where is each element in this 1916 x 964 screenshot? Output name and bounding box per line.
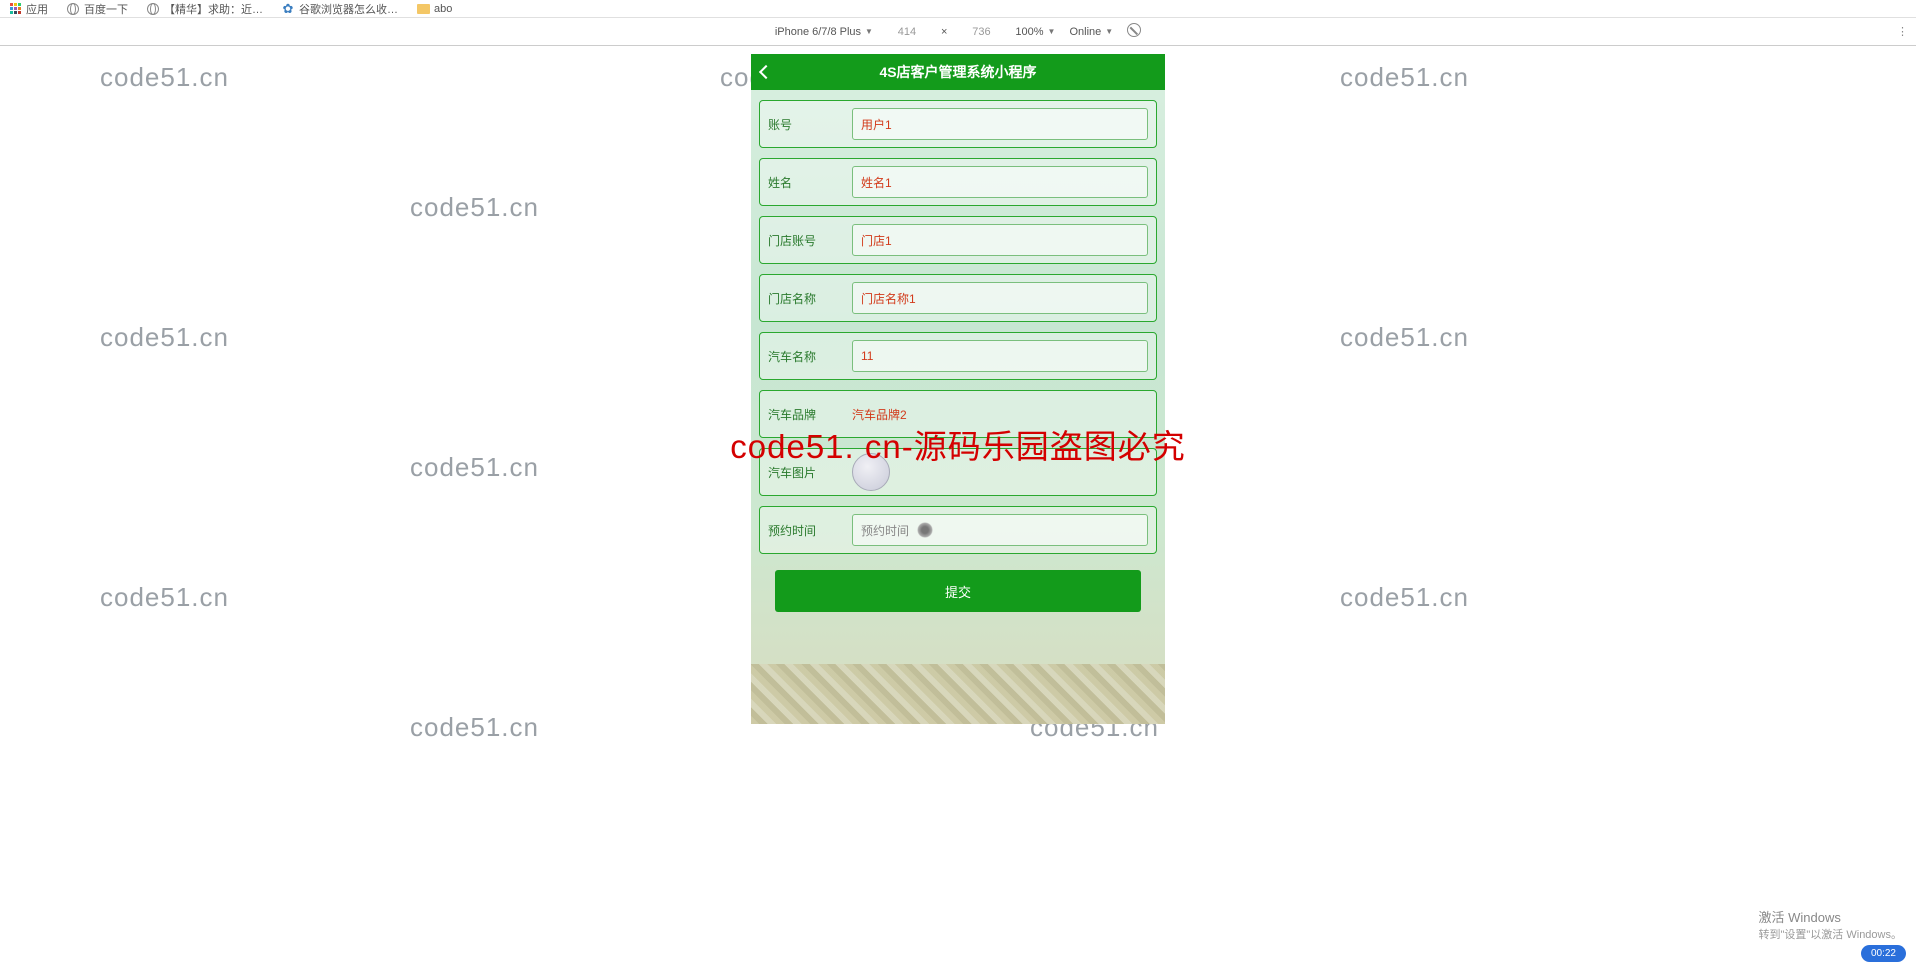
- field-label: 汽车名称: [768, 348, 852, 365]
- dropdown-icon: ▼: [1105, 27, 1113, 36]
- submit-label: 提交: [945, 582, 971, 601]
- placeholder: 预约时间: [861, 522, 909, 539]
- taskbar-clock: 00:22: [1861, 945, 1906, 962]
- viewport-area: code51.cn code51.cn code51.cn code51.cn …: [0, 46, 1916, 964]
- store-name-input[interactable]: 门店名称1: [852, 282, 1148, 314]
- appoint-time-picker[interactable]: 预约时间: [852, 514, 1148, 546]
- dropdown-icon: ▼: [865, 27, 873, 36]
- bookmarks-bar: 应用 百度一下 【精华】求助：近… ✿ 谷歌浏览器怎么收… abo: [0, 0, 1916, 18]
- loading-spinner-icon: [917, 522, 933, 538]
- watermark-text: code51.cn: [1340, 582, 1469, 613]
- bookmark-label: abo: [434, 3, 452, 15]
- field-label: 门店名称: [768, 290, 852, 307]
- field-label: 预约时间: [768, 522, 852, 539]
- devtools-menu-icon[interactable]: ⋮: [1897, 25, 1908, 38]
- car-name-input[interactable]: 11: [852, 340, 1148, 372]
- back-icon[interactable]: [759, 65, 773, 79]
- field-appoint-time: 预约时间 预约时间: [759, 506, 1157, 554]
- field-label: 汽车图片: [768, 464, 852, 481]
- bookmark-label: 【精华】求助：近…: [164, 1, 263, 17]
- throttling-value: Online: [1069, 26, 1101, 38]
- bookmark-jinghua[interactable]: 【精华】求助：近…: [146, 1, 263, 17]
- bookmark-label: 谷歌浏览器怎么收…: [299, 1, 398, 17]
- apps-grid-icon: [8, 2, 22, 16]
- field-label: 汽车品牌: [768, 406, 852, 423]
- field-label: 姓名: [768, 174, 852, 191]
- watermark-text: code51.cn: [410, 452, 539, 483]
- dropdown-icon: ▼: [1048, 27, 1056, 36]
- zoom-value: 100%: [1015, 26, 1043, 38]
- devtools-device-toolbar: iPhone 6/7/8 Plus ▼ 414 × 736 100% ▼ Onl…: [0, 18, 1916, 46]
- field-store-name: 门店名称 门店名称1: [759, 274, 1157, 322]
- field-store-account: 门店账号 门店1: [759, 216, 1157, 264]
- field-account: 账号 用户1: [759, 100, 1157, 148]
- watermark-text: code51.cn: [1340, 322, 1469, 353]
- watermark-text: code51.cn: [100, 582, 229, 613]
- submit-button[interactable]: 提交: [775, 570, 1141, 612]
- field-label: 账号: [768, 116, 852, 133]
- app-header: 4S店客户管理系统小程序: [751, 54, 1165, 90]
- watermark-text: code51.cn: [1340, 62, 1469, 93]
- store-account-input[interactable]: 门店1: [852, 224, 1148, 256]
- watermark-text: code51.cn: [100, 62, 229, 93]
- paw-icon: ✿: [281, 2, 295, 16]
- field-name: 姓名 姓名1: [759, 158, 1157, 206]
- folder-icon: [416, 2, 430, 16]
- device-name: iPhone 6/7/8 Plus: [775, 26, 861, 38]
- name-input[interactable]: 姓名1: [852, 166, 1148, 198]
- app-title: 4S店客户管理系统小程序: [879, 62, 1036, 82]
- bookmark-label: 应用: [26, 1, 48, 17]
- mobile-device-frame: 4S店客户管理系统小程序 账号 用户1 姓名 姓名1 门店账号 门店1 门店名称…: [751, 54, 1165, 724]
- field-car-brand: 汽车品牌 汽车品牌2: [759, 390, 1157, 438]
- account-input[interactable]: 用户1: [852, 108, 1148, 140]
- globe-icon: [146, 2, 160, 16]
- device-width[interactable]: 414: [887, 26, 927, 38]
- background-texture: [751, 664, 1165, 724]
- avatar-thumbnail: [852, 453, 890, 491]
- bookmark-abo[interactable]: abo: [416, 2, 452, 16]
- bookmark-apps[interactable]: 应用: [8, 1, 48, 17]
- car-image-upload[interactable]: [852, 456, 1148, 488]
- dimension-separator: ×: [941, 26, 947, 38]
- watermark-text: code51.cn: [410, 192, 539, 223]
- watermark-text: code51.cn: [410, 712, 539, 743]
- bookmark-guge[interactable]: ✿ 谷歌浏览器怎么收…: [281, 1, 398, 17]
- field-car-name: 汽车名称 11: [759, 332, 1157, 380]
- device-select[interactable]: iPhone 6/7/8 Plus ▼: [775, 26, 873, 38]
- globe-icon: [66, 2, 80, 16]
- device-height[interactable]: 736: [961, 26, 1001, 38]
- zoom-select[interactable]: 100% ▼: [1015, 26, 1055, 38]
- throttling-select[interactable]: Online ▼: [1069, 26, 1113, 38]
- bookmark-label: 百度一下: [84, 1, 128, 17]
- rotate-icon[interactable]: [1127, 23, 1141, 40]
- bookmark-baidu[interactable]: 百度一下: [66, 1, 128, 17]
- field-label: 门店账号: [768, 232, 852, 249]
- field-car-image: 汽车图片: [759, 448, 1157, 496]
- car-brand-select[interactable]: 汽车品牌2: [852, 398, 1148, 430]
- watermark-text: code51.cn: [100, 322, 229, 353]
